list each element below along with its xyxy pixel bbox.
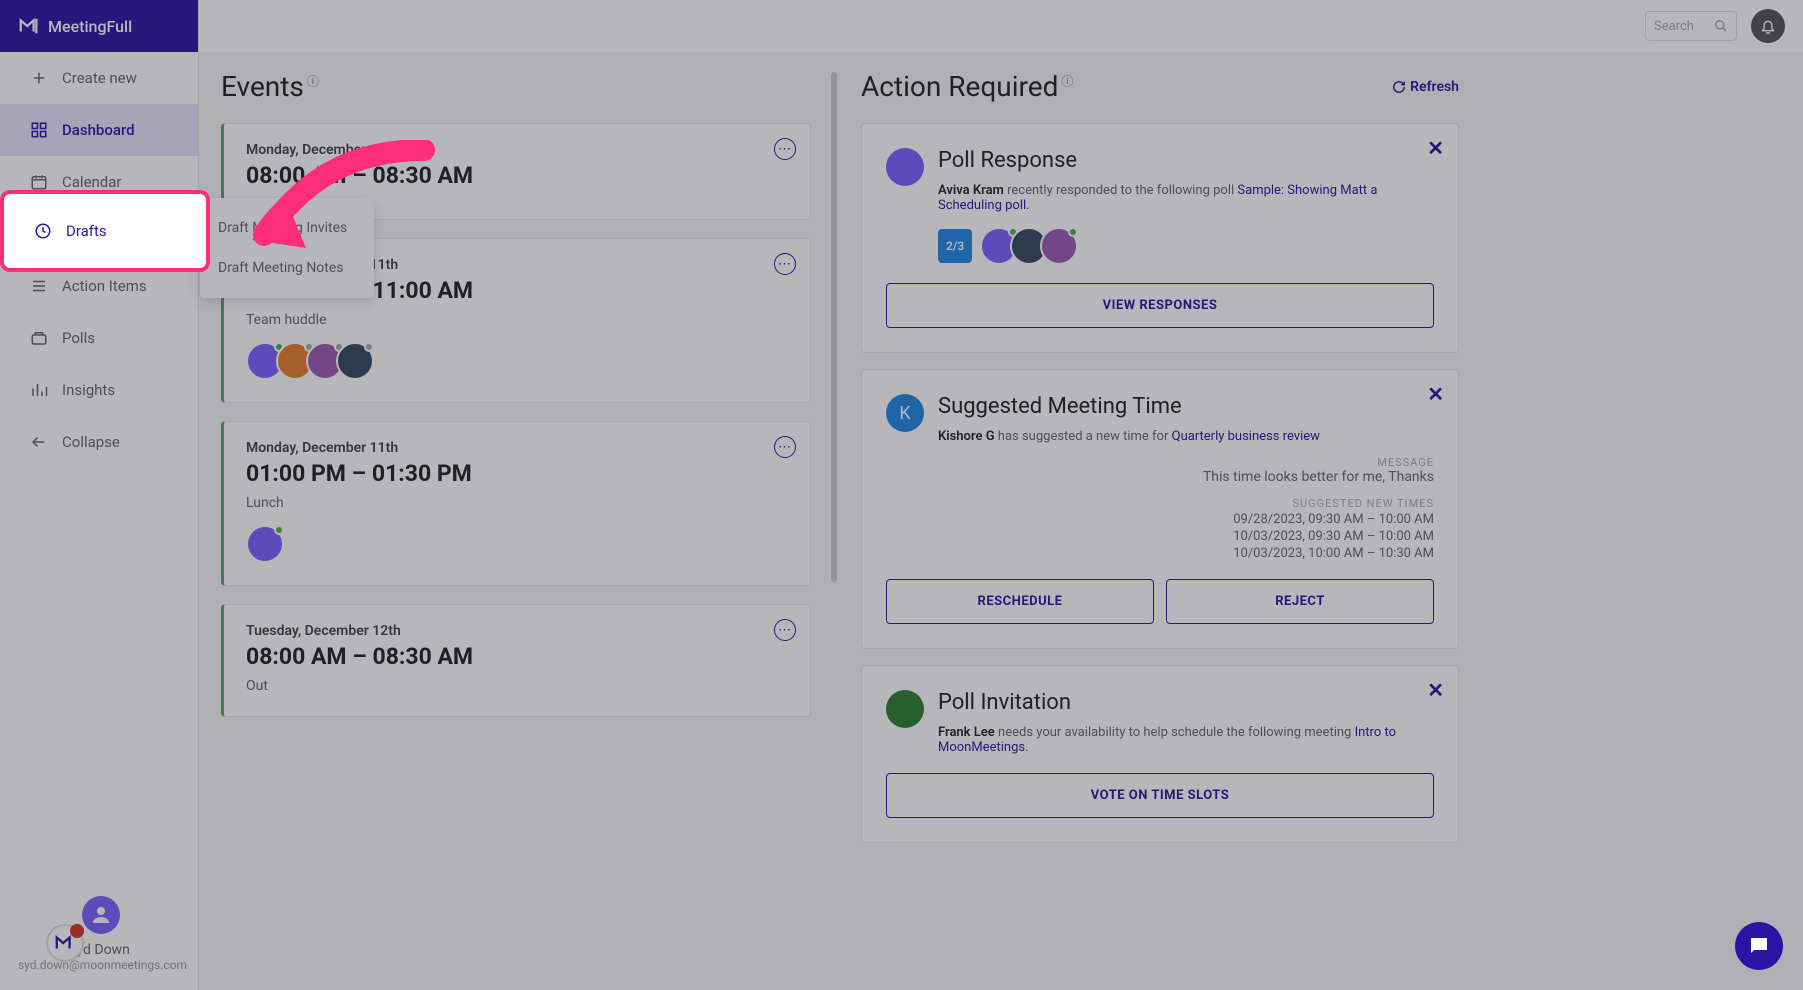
- chat-icon: [1747, 934, 1771, 958]
- chat-bubble-button[interactable]: [1735, 922, 1783, 970]
- onboarding-arrow-icon: [234, 140, 444, 280]
- onboarding-highlight[interactable]: Drafts: [0, 190, 210, 272]
- clock-icon: [34, 222, 52, 240]
- highlight-label: Drafts: [66, 222, 107, 240]
